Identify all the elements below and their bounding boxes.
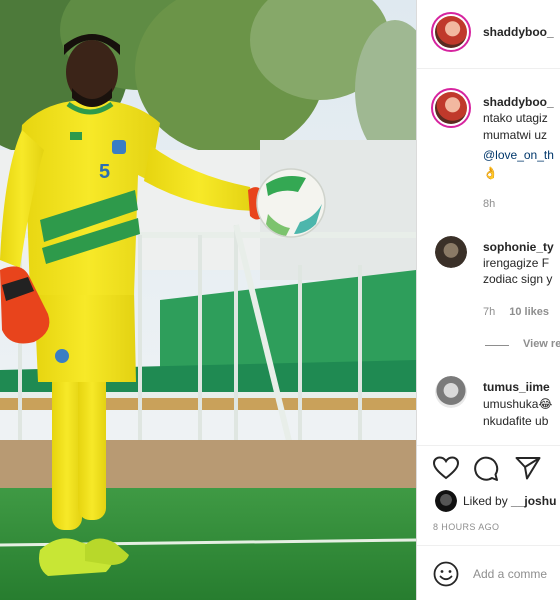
caption-username[interactable]: shaddyboo_ [483,95,554,109]
comment-icon[interactable] [473,456,499,482]
post-author-username[interactable]: shaddyboo_ [483,25,554,39]
comment-likes[interactable]: 10 likes [509,306,549,318]
goalkeeper-photo: 5 [0,0,416,600]
comment-username[interactable]: tumus_iime [483,380,550,394]
comment-text-line-1: umushuka😂 [483,397,553,411]
post-author-avatar[interactable] [431,12,471,52]
comment-text-line-2: nkudafite ub [483,414,549,428]
share-icon[interactable] [515,456,541,480]
liked-by-text[interactable]: Liked by __joshu [463,494,556,508]
post-timestamp[interactable]: 8 HOURS AGO [433,522,499,532]
comment-text-line-1: irengagize F [483,256,550,270]
caption-mention[interactable]: @love_on_th [483,147,554,164]
jersey-number: 5 [99,161,110,183]
liked-by-username[interactable]: __joshu [511,494,556,508]
actions-divider [417,445,560,446]
liked-by-prefix: Liked by [463,494,508,508]
comment-avatar[interactable] [435,376,467,408]
caption-avatar[interactable] [431,88,471,128]
emoji-icon[interactable] [433,561,459,587]
heart-icon[interactable] [433,456,459,480]
comment-username[interactable]: sophonie_ty [483,240,554,254]
comment-text-line-2: zodiac sign y [483,272,553,286]
view-replies-line [485,345,509,346]
add-comment-input[interactable]: Add a comme [473,567,547,581]
comment-time[interactable]: 7h [483,306,495,318]
comment-avatar[interactable] [435,236,467,268]
post-side-panel: shaddyboo_ shaddyboo_ ntako utagiz mumat… [416,0,560,600]
post-photo[interactable]: 5 [0,0,416,600]
comment-divider [417,545,560,546]
caption-line-1: ntako utagiz [483,111,548,125]
view-replies-button[interactable]: View re [523,338,560,350]
caption-emoji: 👌 [483,166,498,180]
caption-line-2: mumatwi uz [483,128,548,142]
caption-time[interactable]: 8h [483,198,495,210]
liker-avatar[interactable] [435,490,457,512]
header-divider [417,68,560,69]
